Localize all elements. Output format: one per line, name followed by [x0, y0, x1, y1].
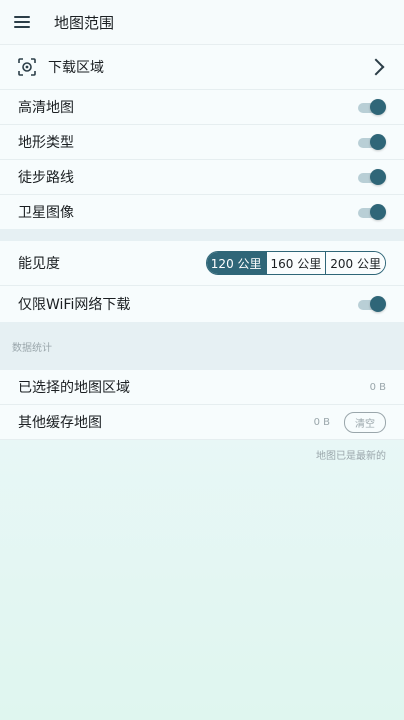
map-settings-section: 下载区域 高清地图 地形类型 徒步路线 卫星图像: [0, 45, 404, 229]
download-area-row[interactable]: 下载区域: [0, 45, 404, 90]
terrain-label: 地形类型: [18, 135, 74, 151]
clear-cache-button[interactable]: 清空: [344, 411, 386, 433]
network-section: 能见度 120 公里 160 公里 200 公里 仅限WiFi网络下载: [0, 241, 404, 322]
scan-area-icon: [18, 58, 36, 76]
page-title: 地图范围: [54, 13, 115, 32]
visibility-row: 能见度 120 公里 160 公里 200 公里: [0, 241, 404, 286]
satellite-label: 卫星图像: [18, 205, 74, 221]
hd-map-toggle[interactable]: [358, 99, 386, 115]
hiking-toggle[interactable]: [358, 169, 386, 185]
visibility-option-120[interactable]: 120 公里: [206, 252, 266, 274]
wifi-only-toggle[interactable]: [358, 296, 386, 312]
section-divider: [0, 229, 404, 241]
visibility-option-160[interactable]: 160 公里: [265, 252, 326, 274]
toggle-row-hd-map: 高清地图: [0, 90, 404, 125]
selected-area-label: 已选择的地图区域: [18, 380, 130, 396]
toggle-row-hiking: 徒步路线: [0, 160, 404, 195]
terrain-toggle[interactable]: [358, 134, 386, 150]
wifi-only-row: 仅限WiFi网络下载: [0, 286, 404, 322]
menu-icon[interactable]: [14, 16, 30, 28]
toggle-row-terrain: 地形类型: [0, 125, 404, 160]
visibility-option-200[interactable]: 200 公里: [325, 252, 385, 274]
satellite-toggle[interactable]: [358, 204, 386, 220]
stats-section: 已选择的地图区域 0 B 其他缓存地图 0 B 清空: [0, 370, 404, 440]
stats-section-header: 数据统计: [0, 322, 404, 370]
download-area-label: 下载区域: [48, 60, 104, 76]
visibility-label: 能见度: [18, 256, 60, 272]
chevron-right-icon: [367, 58, 385, 76]
other-cache-label: 其他缓存地图: [18, 415, 102, 431]
wifi-only-label: 仅限WiFi网络下载: [18, 297, 131, 313]
app-header: 地图范围: [0, 0, 404, 45]
other-cache-row: 其他缓存地图 0 B 清空: [0, 405, 404, 440]
toggle-row-satellite: 卫星图像: [0, 195, 404, 229]
other-cache-size: 0 B: [313, 416, 330, 428]
visibility-segmented-control: 120 公里 160 公里 200 公里: [205, 251, 386, 275]
hd-map-label: 高清地图: [18, 100, 74, 116]
hiking-label: 徒步路线: [18, 170, 74, 186]
selected-area-size: 0 B: [369, 381, 386, 393]
map-up-to-date-note: 地图已是最新的: [316, 450, 386, 462]
selected-area-row: 已选择的地图区域 0 B: [0, 370, 404, 405]
